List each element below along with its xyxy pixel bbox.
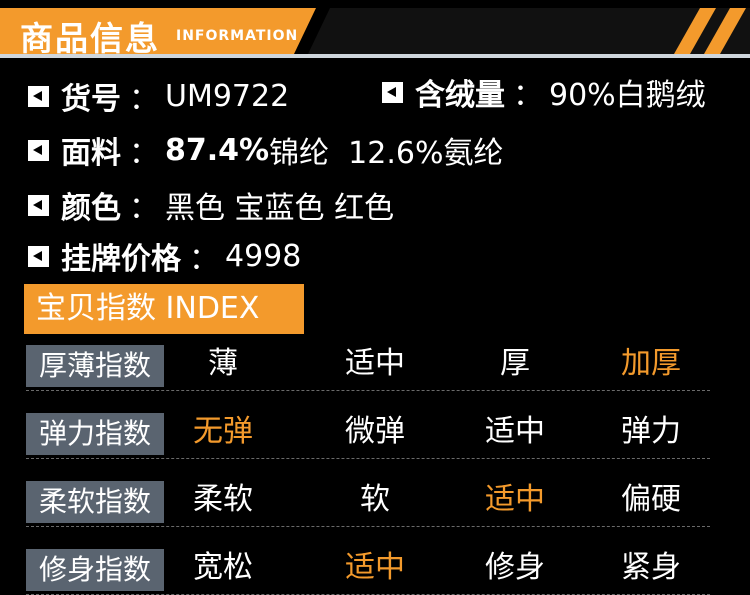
fabric-value-primary: 87.4% (165, 132, 270, 168)
row-divider (26, 390, 710, 391)
down-colon: ： (513, 78, 543, 113)
down-value: 90%白鹅绒 (549, 78, 706, 113)
index-option: 软 (360, 482, 390, 517)
index-option: 修身 (485, 550, 545, 585)
item-no-colon: ： (129, 82, 159, 117)
index-option: 弹力 (621, 414, 681, 449)
section-header: 商品信息 INFORMATION (0, 0, 750, 62)
item-no-label: 货号 (61, 82, 121, 117)
index-option-selected: 适中 (485, 482, 545, 517)
fabric-label: 面料 (61, 136, 121, 171)
down-label: 含绒量 (415, 78, 505, 113)
index-option-selected: 加厚 (621, 346, 681, 381)
index-option-selected: 无弹 (193, 414, 253, 449)
left-arrow-icon (28, 139, 49, 161)
left-arrow-icon (28, 194, 49, 216)
item-no-value: UM9722 (165, 78, 290, 114)
fabric-colon: ： (129, 136, 159, 171)
info-down: 含绒量 ： 90%白鹅绒 (382, 72, 706, 113)
index-option: 微弹 (345, 414, 405, 449)
row-divider (26, 458, 710, 459)
index-row-label: 弹力指数 (26, 413, 164, 455)
header-subtitle: INFORMATION (176, 28, 299, 44)
color-colon: ： (129, 191, 159, 226)
index-row-label: 修身指数 (26, 549, 164, 591)
index-row-label: 厚薄指数 (26, 345, 164, 387)
color-value: 黑色 宝蓝色 红色 (165, 191, 395, 226)
index-option: 柔软 (193, 482, 253, 517)
index-row: 修身指数 宽松 适中 修身 紧身 (26, 545, 710, 595)
index-option: 紧身 (621, 550, 681, 585)
info-color: 颜色 ： 黑色 宝蓝色 红色 (28, 185, 395, 226)
info-fabric: 面料 ： 87.4% 锦纶 12.6%氨纶 (28, 130, 504, 171)
index-option: 薄 (208, 346, 238, 381)
index-option: 宽松 (193, 550, 253, 585)
index-row: 柔软指数 柔软 软 适中 偏硬 (26, 477, 710, 527)
header-title: 商品信息 (20, 19, 160, 58)
color-label: 颜色 (61, 191, 121, 226)
price-colon: ： (189, 242, 219, 277)
index-option-selected: 适中 (345, 550, 405, 585)
index-option: 偏硬 (621, 482, 681, 517)
index-title: 宝贝指数 INDEX (24, 284, 304, 334)
index-row: 弹力指数 无弹 微弹 适中 弹力 (26, 409, 710, 459)
info-price: 挂牌价格 ： 4998 (28, 236, 302, 277)
row-divider (26, 526, 710, 527)
left-arrow-icon (382, 81, 403, 103)
index-row: 厚薄指数 薄 适中 厚 加厚 (26, 341, 710, 391)
left-arrow-icon (28, 245, 49, 267)
index-option: 厚 (500, 346, 530, 381)
index-option: 适中 (485, 414, 545, 449)
price-value: 4998 (225, 238, 302, 274)
left-arrow-icon (28, 85, 49, 107)
price-label: 挂牌价格 (61, 242, 181, 277)
index-row-label: 柔软指数 (26, 481, 164, 523)
index-option: 适中 (345, 346, 405, 381)
fabric-value-rest: 锦纶 12.6%氨纶 (269, 136, 504, 171)
info-item-no: 货号 ： UM9722 (28, 76, 290, 117)
